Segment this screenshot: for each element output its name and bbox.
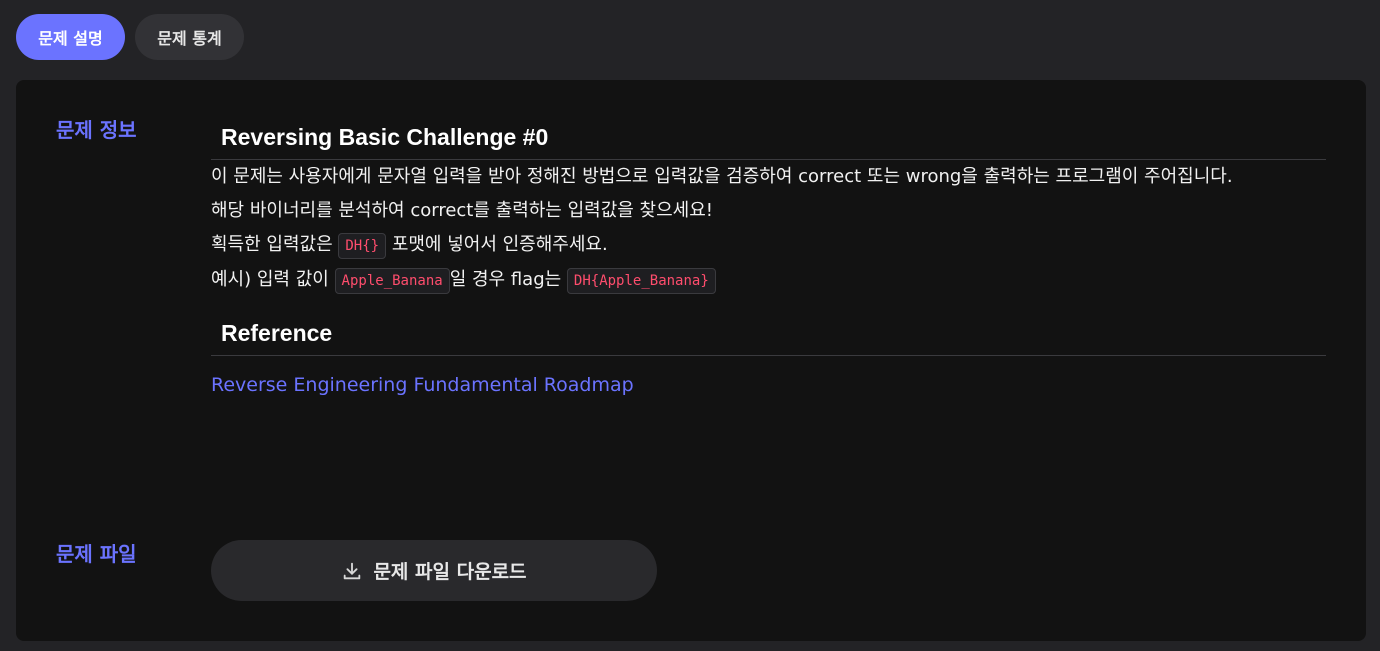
download-button-label: 문제 파일 다운로드 xyxy=(373,561,527,583)
example-flag-code: DH{Apple_Banana} xyxy=(566,268,716,294)
paragraph-4-text-middle: 일 경우 flag는 xyxy=(449,269,567,290)
description-paragraph-2: 해당 바이너리를 분석하여 correct를 출력하는 입력값을 찾으세요! xyxy=(211,200,714,221)
tab-problem-description[interactable]: 문제 설명 xyxy=(16,14,125,60)
description-paragraph-3: 획득한 입력값은 DH{} 포맷에 넣어서 인증해주세요. xyxy=(211,228,1326,263)
problem-panel: 문제 정보 Reversing Basic Challenge #0 이 문제는… xyxy=(16,80,1366,641)
download-icon xyxy=(341,560,363,582)
description-paragraph-4: 예시) 입력 값이 Apple_Banana 일 경우 flag는 DH{Appl… xyxy=(211,263,1326,298)
flag-format-code: DH{} xyxy=(338,233,387,259)
tab-bar: 문제 설명 문제 통계 xyxy=(16,14,244,60)
problem-content: Reversing Basic Challenge #0 이 문제는 사용자에게… xyxy=(211,120,1326,396)
tab-problem-stats[interactable]: 문제 통계 xyxy=(135,14,244,60)
reference-heading: Reference xyxy=(211,316,1326,356)
example-input-code: Apple_Banana xyxy=(334,268,450,294)
reference-link[interactable]: Reverse Engineering Fundamental Roadmap xyxy=(211,374,634,396)
problem-title: Reversing Basic Challenge #0 xyxy=(211,120,1326,160)
paragraph-4-text-before: 예시) 입력 값이 xyxy=(211,269,335,290)
section-label-problem-file: 문제 파일 xyxy=(56,542,137,566)
description-paragraph-1: 이 문제는 사용자에게 문자열 입력을 받아 정해진 방법으로 입력값을 검증하… xyxy=(211,166,1233,187)
paragraph-3-text-after: 포맷에 넣어서 인증해주세요. xyxy=(386,234,608,255)
download-file-button[interactable]: 문제 파일 다운로드 xyxy=(211,540,657,601)
section-label-problem-info: 문제 정보 xyxy=(56,118,137,142)
paragraph-3-text-before: 획득한 입력값은 xyxy=(211,234,339,255)
